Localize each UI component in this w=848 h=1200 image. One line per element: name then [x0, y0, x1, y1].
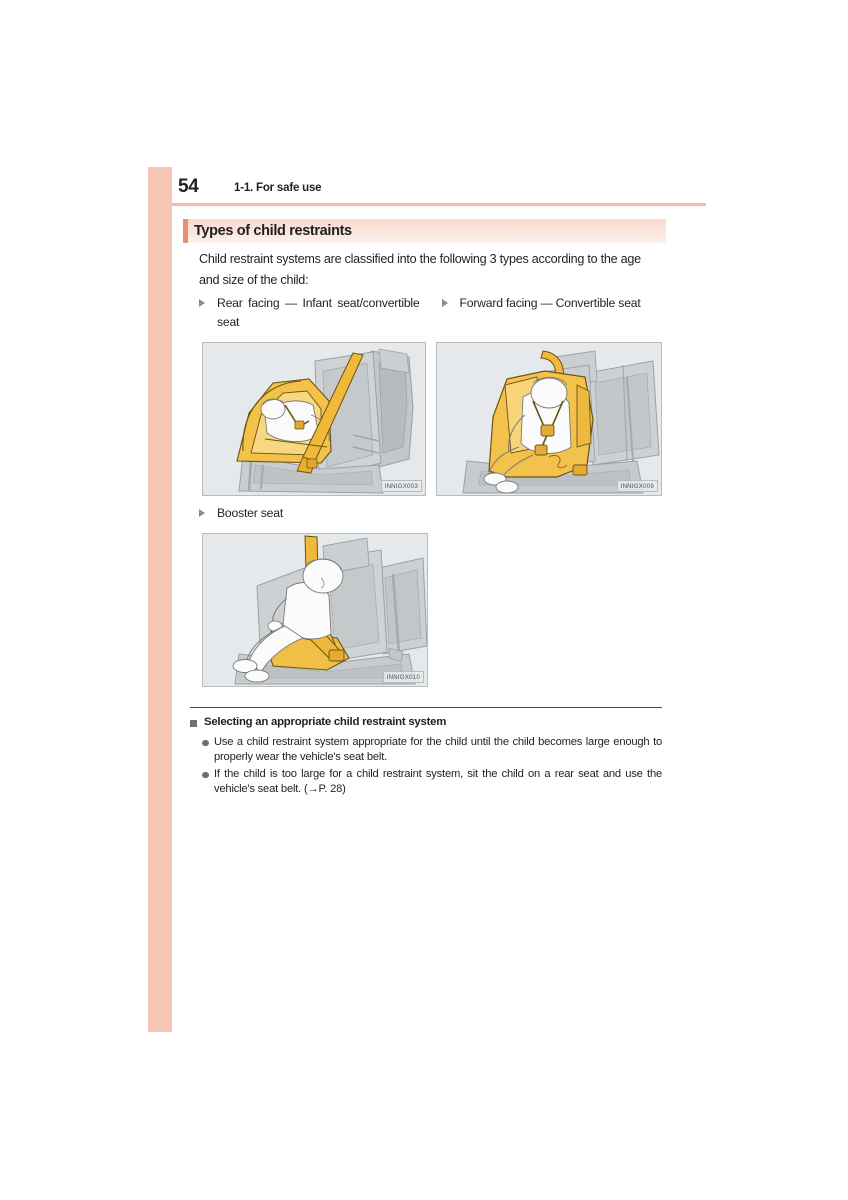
round-bullet-icon [202, 739, 209, 746]
restraint-type-label: Forward facing — Convertible seat [459, 296, 641, 310]
square-bullet-icon [190, 720, 197, 727]
page-edge-stripe [148, 167, 172, 1032]
manual-page: 54 1-1. For safe use Types of child rest… [0, 0, 848, 1200]
note-text: Use a child restraint system appropriate… [214, 736, 662, 763]
header-rule [172, 203, 706, 206]
figure-code: INNIGX009 [616, 480, 658, 492]
figure-code: INNIGX010 [382, 671, 424, 683]
restraint-type-forward-facing: Forward facing — Convertible seat [441, 294, 663, 332]
note-item: Use a child restraint system appropriate… [202, 735, 662, 765]
section-heading-tab [183, 219, 188, 243]
restraint-type-label: Booster seat [217, 506, 284, 520]
booster-seat-illustration [203, 534, 427, 686]
restraint-type-columns: Rear facing — Infant seat/convertible se… [199, 294, 662, 332]
triangle-right-bullet-icon [199, 509, 205, 517]
restraint-type-booster: Booster seat [199, 504, 499, 523]
notes-heading-label: Selecting an appropriate child restraint… [204, 716, 447, 728]
notes-divider [190, 707, 662, 709]
figure-forward-facing-convertible-seat: INNIGX009 [436, 342, 662, 496]
figure-booster-seat: INNIGX010 [202, 533, 428, 687]
figure-rear-facing-infant-seat: INNIGX003 [202, 342, 426, 496]
intro-paragraph: Child restraint systems are classified i… [199, 252, 641, 287]
notes-heading: Selecting an appropriate child restraint… [190, 716, 662, 728]
rear-facing-illustration [203, 343, 425, 495]
note-item: If the child is too large for a child re… [202, 767, 662, 797]
page-number: 54 [178, 176, 199, 197]
triangle-right-bullet-icon [441, 299, 448, 307]
triangle-right-bullet-icon [199, 299, 205, 307]
page-title: Types of child restraints [194, 223, 352, 239]
note-text: If the child is too large for a child re… [214, 768, 662, 795]
restraint-type-rear-facing: Rear facing — Infant seat/convertible se… [199, 294, 420, 332]
round-bullet-icon [202, 771, 209, 778]
restraint-type-label: Rear facing — Infant seat/convertible se… [217, 296, 420, 329]
forward-facing-illustration [437, 343, 661, 495]
figure-code: INNIGX003 [380, 480, 422, 492]
running-head: 54 1-1. For safe use [172, 176, 706, 204]
section-label: 1-1. For safe use [234, 182, 322, 194]
